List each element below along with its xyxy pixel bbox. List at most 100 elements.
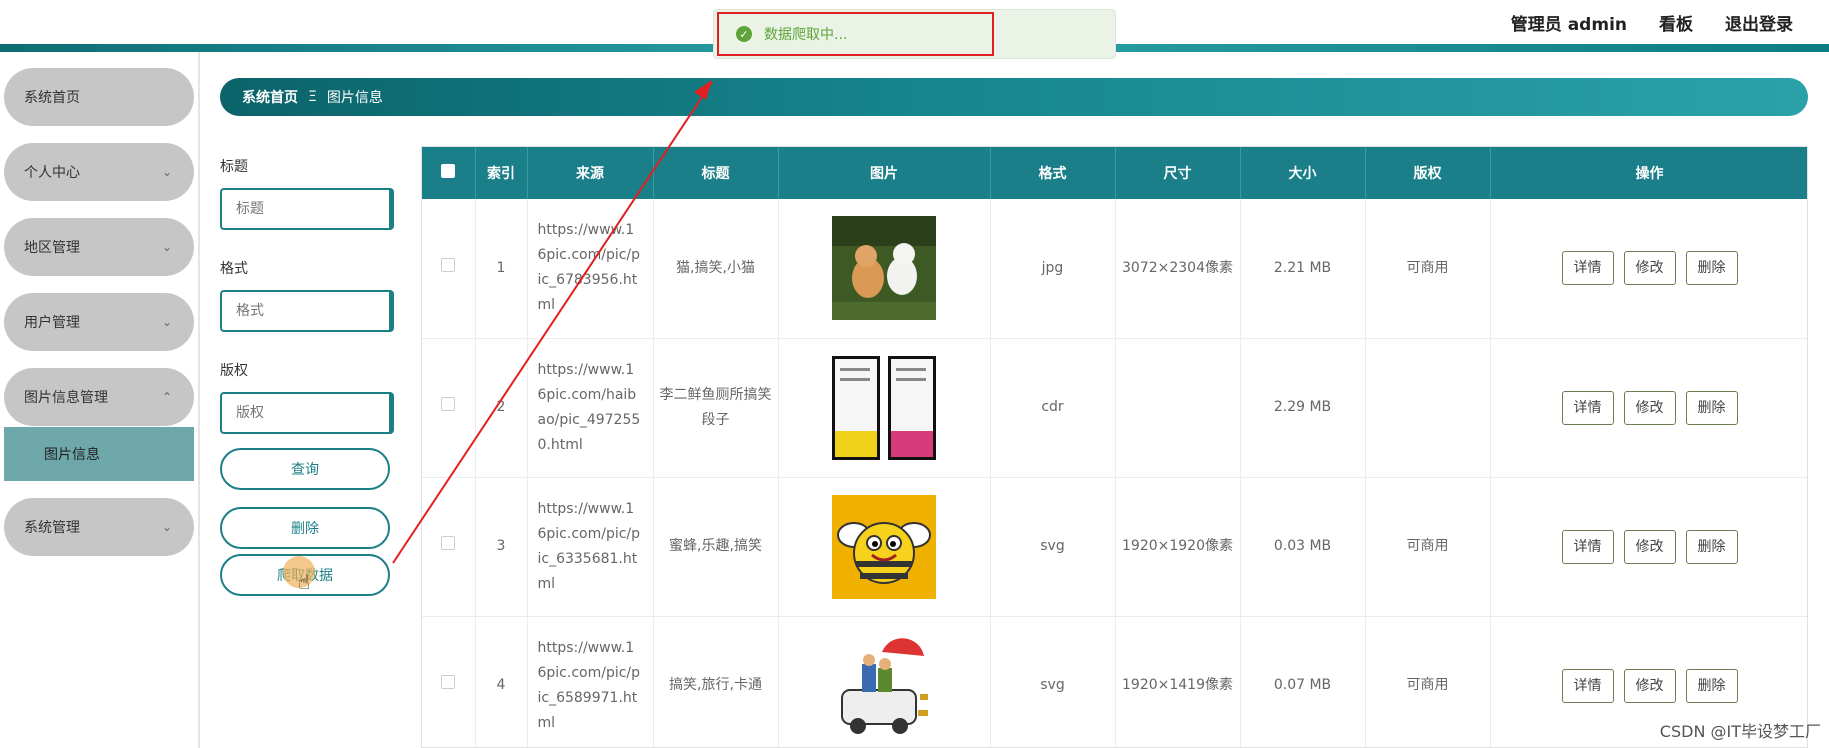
sidebar-item-personal[interactable]: 个人中心 ⌄ bbox=[4, 143, 194, 201]
sidebar-item-label: 系统首页 bbox=[24, 90, 80, 106]
cell-image bbox=[778, 199, 991, 339]
sidebar-item-users[interactable]: 用户管理 ⌄ bbox=[4, 293, 194, 351]
cell-actions: 详情 修改 删除 bbox=[1490, 199, 1807, 339]
sidebar-item-label: 系统管理 bbox=[24, 520, 80, 536]
cell-source: https://www.16pic.com/pic/pic_6783956.ht… bbox=[527, 199, 654, 339]
cell-source: https://www.16pic.com/pic/pic_6335681.ht… bbox=[527, 477, 654, 617]
sidebar-subitem-image-info[interactable]: 图片信息 bbox=[4, 427, 194, 481]
filter-panel: 标题 格式 版权 bbox=[220, 156, 400, 462]
chevron-down-icon: ⌄ bbox=[161, 165, 172, 179]
row-delete-button[interactable]: 删除 bbox=[1685, 529, 1738, 564]
row-delete-button[interactable]: 删除 bbox=[1685, 251, 1738, 286]
sidebar-item-label: 用户管理 bbox=[24, 315, 80, 331]
row-delete-button[interactable]: 删除 bbox=[1685, 390, 1738, 425]
breadcrumb-separator-icon: Ξ bbox=[308, 89, 317, 105]
edit-button[interactable]: 修改 bbox=[1623, 390, 1676, 425]
copyright-filter-label: 版权 bbox=[220, 363, 248, 379]
sidebar: 系统首页 个人中心 ⌄ 地区管理 ⌄ 用户管理 ⌄ 图片信息管理 ⌃ 图片信息 … bbox=[0, 52, 200, 748]
table-row: 1 https://www.16pic.com/pic/pic_6783956.… bbox=[422, 199, 1807, 339]
breadcrumb-home[interactable]: 系统首页 bbox=[242, 87, 298, 107]
board-link[interactable]: 看板 bbox=[1659, 10, 1693, 35]
row-checkbox[interactable] bbox=[422, 616, 476, 747]
cell-copyright: 可商用 bbox=[1365, 477, 1491, 617]
logout-link[interactable]: 退出登录 bbox=[1725, 10, 1793, 35]
row-checkbox[interactable] bbox=[422, 477, 476, 617]
cell-copyright: 可商用 bbox=[1365, 199, 1491, 339]
cell-title: 李二鲜鱼厕所搞笑段子 bbox=[653, 338, 779, 478]
header-actions: 操作 bbox=[1490, 147, 1807, 199]
detail-button[interactable]: 详情 bbox=[1561, 668, 1614, 703]
header-copyright: 版权 bbox=[1365, 147, 1491, 199]
admin-label[interactable]: 管理员 admin bbox=[1511, 10, 1627, 35]
cell-format: cdr bbox=[990, 338, 1116, 478]
row-checkbox[interactable] bbox=[422, 199, 476, 339]
cell-image bbox=[778, 616, 991, 747]
row-checkbox[interactable] bbox=[422, 338, 476, 478]
cell-title: 蜜蜂,乐趣,搞笑 bbox=[653, 477, 779, 617]
cell-filesize: 2.29 MB bbox=[1240, 338, 1366, 478]
sidebar-item-image-mgmt[interactable]: 图片信息管理 ⌃ bbox=[4, 368, 194, 426]
cell-source: https://www.16pic.com/pic/pic_6589971.ht… bbox=[527, 616, 654, 747]
breadcrumb-current: 图片信息 bbox=[326, 90, 383, 106]
search-button[interactable]: 查询 bbox=[220, 448, 390, 490]
cell-source: https://www.16pic.com/haibao/pic_4972550… bbox=[527, 338, 654, 478]
travel-cartoon-thumbnail[interactable] bbox=[832, 633, 936, 738]
cell-dimensions: 1920×1920像素 bbox=[1115, 477, 1241, 617]
poster-thumbnail[interactable] bbox=[832, 355, 936, 460]
cell-filesize: 0.03 MB bbox=[1240, 477, 1366, 617]
cell-index: 2 bbox=[475, 338, 528, 478]
title-filter-label: 标题 bbox=[220, 159, 248, 175]
cell-index: 1 bbox=[475, 199, 528, 339]
cell-actions: 详情 修改 删除 bbox=[1490, 338, 1807, 478]
table-row: 2 https://www.16pic.com/haibao/pic_49725… bbox=[422, 338, 1807, 478]
cell-dimensions: 3072×2304像素 bbox=[1115, 199, 1241, 339]
sidebar-item-system[interactable]: 系统管理 ⌄ bbox=[4, 498, 194, 556]
cell-title: 搞笑,旅行,卡通 bbox=[653, 616, 779, 747]
cell-format: svg bbox=[990, 616, 1116, 747]
edit-button[interactable]: 修改 bbox=[1623, 251, 1676, 286]
watermark: CSDN @IT毕设梦工厂 bbox=[1659, 722, 1821, 741]
cell-image bbox=[778, 477, 991, 617]
sidebar-item-home[interactable]: 系统首页 bbox=[4, 68, 194, 126]
title-input[interactable] bbox=[220, 188, 394, 230]
header-filesize: 大小 bbox=[1240, 147, 1366, 199]
detail-button[interactable]: 详情 bbox=[1561, 251, 1614, 286]
delete-button[interactable]: 删除 bbox=[220, 507, 390, 549]
detail-button[interactable]: 详情 bbox=[1561, 390, 1614, 425]
cell-filesize: 2.21 MB bbox=[1240, 199, 1366, 339]
image-table: 索引 来源 标题 图片 格式 尺寸 大小 版权 操作 1 https://www… bbox=[421, 146, 1808, 748]
header-title: 标题 bbox=[653, 147, 779, 199]
row-delete-button[interactable]: 删除 bbox=[1685, 668, 1738, 703]
bee-cartoon-thumbnail[interactable] bbox=[832, 494, 936, 599]
copyright-input[interactable] bbox=[220, 392, 394, 434]
edit-button[interactable]: 修改 bbox=[1623, 668, 1676, 703]
sidebar-item-region[interactable]: 地区管理 ⌄ bbox=[4, 218, 194, 276]
hand-cursor-icon: ☝ bbox=[298, 570, 311, 594]
cell-image bbox=[778, 338, 991, 478]
cell-copyright bbox=[1365, 338, 1491, 478]
cell-format: svg bbox=[990, 477, 1116, 617]
cat-photo-thumbnail[interactable] bbox=[832, 216, 936, 321]
format-filter-label: 格式 bbox=[220, 261, 248, 277]
cell-dimensions: 1920×1419像素 bbox=[1115, 616, 1241, 747]
annotation-highlight-box bbox=[717, 12, 994, 56]
cell-copyright: 可商用 bbox=[1365, 616, 1491, 747]
sidebar-subitem-label: 图片信息 bbox=[44, 447, 100, 463]
header-index: 索引 bbox=[475, 147, 528, 199]
table-row: 3 https://www.16pic.com/pic/pic_6335681.… bbox=[422, 477, 1807, 617]
edit-button[interactable]: 修改 bbox=[1623, 529, 1676, 564]
cell-format: jpg bbox=[990, 199, 1116, 339]
cell-index: 4 bbox=[475, 616, 528, 747]
format-input[interactable] bbox=[220, 290, 394, 332]
chevron-down-icon: ⌄ bbox=[161, 520, 172, 534]
cell-filesize: 0.07 MB bbox=[1240, 616, 1366, 747]
header-source: 来源 bbox=[527, 147, 654, 199]
table-row: 4 https://www.16pic.com/pic/pic_6589971.… bbox=[422, 616, 1807, 747]
cell-title: 猫,搞笑,小猫 bbox=[653, 199, 779, 339]
cell-dimensions bbox=[1115, 338, 1241, 478]
chevron-down-icon: ⌄ bbox=[161, 240, 172, 254]
detail-button[interactable]: 详情 bbox=[1561, 529, 1614, 564]
cell-index: 3 bbox=[475, 477, 528, 617]
top-nav: 管理员 admin 看板 退出登录 bbox=[1511, 10, 1793, 35]
select-all-checkbox[interactable] bbox=[422, 147, 476, 199]
